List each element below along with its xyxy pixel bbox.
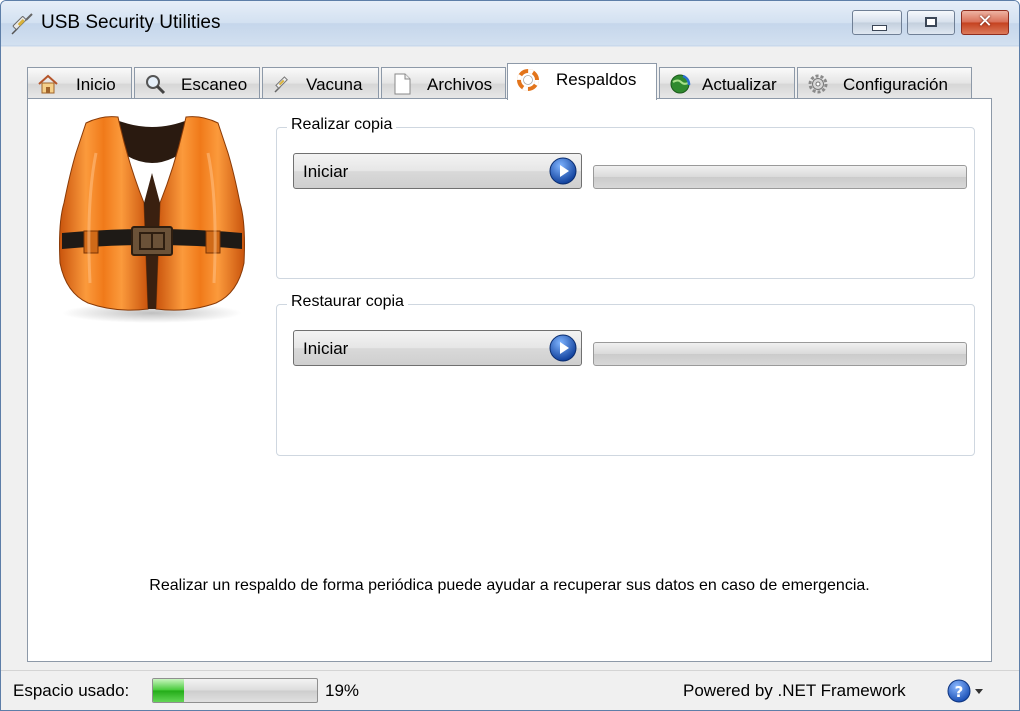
status-bar: Espacio usado: 19% Powered by .NET Frame… — [1, 670, 1019, 710]
tab-label: Actualizar — [702, 75, 777, 94]
magnifier-icon — [146, 75, 166, 95]
backup-start-button[interactable]: Iniciar — [293, 153, 582, 189]
tab-escaneo[interactable]: Escaneo — [134, 67, 260, 99]
maximize-button[interactable] — [907, 10, 955, 35]
app-window: USB Security Utilities ✕ Inicio Escaneo — [0, 0, 1020, 711]
home-icon — [38, 74, 58, 94]
minimize-icon — [872, 25, 887, 31]
window-title: USB Security Utilities — [41, 12, 221, 33]
button-label: Iniciar — [303, 339, 349, 358]
title-bar[interactable]: USB Security Utilities ✕ — [1, 1, 1019, 45]
space-used-bar — [152, 678, 318, 703]
tab-configuracion[interactable]: Configuración — [797, 67, 972, 99]
space-used-percent: 19% — [325, 681, 360, 700]
restore-start-button[interactable]: Iniciar — [293, 330, 582, 366]
space-used-label: Espacio usado: — [13, 681, 130, 700]
play-icon — [549, 334, 577, 362]
restore-progress-bar — [593, 342, 967, 366]
tab-vacuna[interactable]: Vacuna — [262, 67, 379, 99]
tab-archivos[interactable]: Archivos — [381, 67, 506, 99]
tab-label: Respaldos — [556, 70, 637, 89]
tab-label: Configuración — [843, 75, 948, 94]
close-icon: ✕ — [977, 11, 993, 32]
life-vest-icon — [59, 116, 245, 323]
backup-group: Realizar copia Iniciar — [276, 116, 975, 279]
backup-legend: Realizar copia — [287, 116, 397, 134]
help-icon[interactable]: ? — [946, 678, 986, 704]
svg-text:?: ? — [955, 683, 964, 701]
globe-update-icon — [670, 74, 691, 94]
tab-inicio[interactable]: Inicio — [27, 67, 132, 99]
powered-by-text: Powered by .NET Framework — [683, 681, 906, 700]
minimize-button[interactable] — [852, 10, 902, 35]
document-icon — [394, 73, 411, 95]
syringe-icon — [11, 13, 33, 35]
button-label: Iniciar — [303, 162, 349, 181]
restore-group: Restaurar copia Iniciar — [276, 293, 975, 456]
maximize-icon — [925, 17, 937, 27]
tab-label: Archivos — [427, 75, 493, 94]
tab-respaldos[interactable]: Respaldos — [507, 63, 657, 100]
tab-actualizar[interactable]: Actualizar — [659, 67, 795, 99]
lifebuoy-icon — [517, 69, 539, 91]
respaldos-panel: Realizar copia Iniciar Restaurar copia I… — [27, 98, 992, 662]
play-icon — [549, 157, 577, 185]
tab-label: Vacuna — [306, 75, 363, 94]
close-button[interactable]: ✕ — [961, 10, 1009, 35]
restore-legend: Restaurar copia — [287, 293, 408, 311]
syringe-icon — [274, 76, 288, 93]
tab-label: Escaneo — [181, 75, 248, 94]
info-message: Realizar un respaldo de forma periódica … — [149, 577, 870, 594]
backup-progress-bar — [593, 165, 967, 189]
tab-label: Inicio — [76, 75, 116, 94]
gear-icon — [808, 74, 828, 94]
